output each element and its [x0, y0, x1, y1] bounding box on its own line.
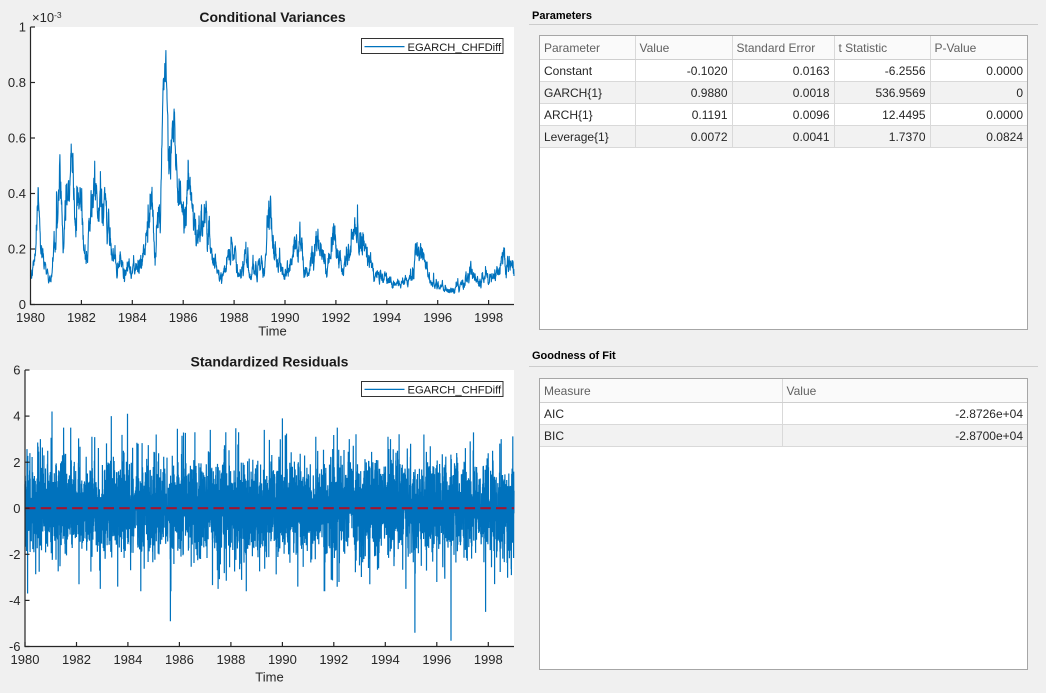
svg-text:1990: 1990 [268, 652, 297, 667]
svg-text:1984: 1984 [113, 652, 142, 667]
svg-text:EGARCH_CHFDiff: EGARCH_CHFDiff [408, 385, 503, 397]
svg-text:2: 2 [13, 455, 20, 470]
svg-text:1986: 1986 [169, 310, 198, 325]
svg-text:1984: 1984 [118, 310, 147, 325]
svg-text:1994: 1994 [371, 652, 400, 667]
svg-text:6: 6 [13, 363, 20, 378]
svg-text:-2: -2 [9, 547, 21, 562]
svg-text:1998: 1998 [474, 652, 503, 667]
svg-text:-6: -6 [9, 639, 21, 654]
svg-text:1982: 1982 [67, 310, 96, 325]
svg-text:-4: -4 [9, 593, 21, 608]
svg-text:Time: Time [258, 324, 286, 339]
svg-text:Conditional Variances: Conditional Variances [199, 9, 345, 25]
svg-text:1996: 1996 [423, 310, 452, 325]
svg-text:0.8: 0.8 [8, 75, 26, 90]
svg-text:Time: Time [255, 670, 283, 685]
svg-text:1988: 1988 [216, 652, 245, 667]
svg-text:0.6: 0.6 [8, 131, 26, 146]
svg-text:1992: 1992 [319, 652, 348, 667]
svg-text:1988: 1988 [220, 310, 249, 325]
svg-text:1992: 1992 [321, 310, 350, 325]
svg-text:1982: 1982 [62, 652, 91, 667]
svg-text:Standardized Residuals: Standardized Residuals [191, 354, 349, 370]
svg-text:0.4: 0.4 [8, 186, 26, 201]
svg-text:0: 0 [19, 297, 26, 312]
svg-text:0.2: 0.2 [8, 242, 26, 257]
svg-text:1: 1 [19, 20, 26, 35]
svg-text:EGARCH_CHFDiff: EGARCH_CHFDiff [408, 42, 503, 54]
svg-text:1996: 1996 [422, 652, 451, 667]
svg-text:1994: 1994 [372, 310, 401, 325]
svg-text:4: 4 [13, 409, 20, 424]
svg-text:1986: 1986 [165, 652, 194, 667]
svg-text:0: 0 [13, 501, 20, 516]
svg-text:1998: 1998 [474, 310, 503, 325]
